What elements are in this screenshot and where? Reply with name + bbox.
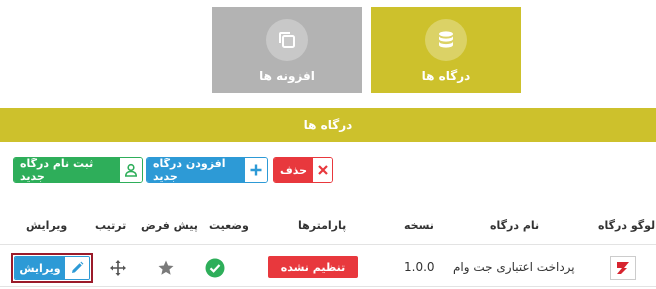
table-divider (0, 244, 656, 245)
gateway-version: 1.0.0 (404, 260, 435, 274)
gateway-logo (610, 256, 636, 280)
header-default: پیش فرض (141, 219, 198, 232)
register-gateway-button[interactable]: ثبت نام درگاه جدید (13, 157, 143, 183)
database-icon (425, 19, 467, 61)
delete-button[interactable]: حذف (273, 157, 333, 183)
plus-icon (245, 158, 267, 182)
header-order: ترتیب (95, 219, 127, 232)
section-title: درگاه ها (303, 118, 353, 132)
header-logo: لوگو درگاه (598, 219, 656, 232)
header-status: وضعیت (209, 219, 249, 232)
addons-tile-label: افزونه ها (259, 69, 315, 83)
delete-label: حذف (274, 158, 314, 182)
user-icon (120, 158, 142, 182)
gateways-tile-label: درگاه ها (421, 69, 471, 83)
close-icon (313, 158, 332, 182)
status-check-icon[interactable] (205, 258, 225, 278)
header-params: پارامترها (298, 219, 347, 232)
addons-tile[interactable]: افزونه ها (212, 7, 362, 93)
add-gateway-label: افزودن درگاه جدید (147, 158, 245, 182)
params-status-badge[interactable]: تنظیم نشده (268, 256, 358, 278)
register-gateway-label: ثبت نام درگاه جدید (14, 158, 120, 182)
gateway-name: پرداخت اعتباری جت وام (453, 260, 575, 274)
copy-icon (266, 19, 308, 61)
edit-label: ویرایش (15, 257, 65, 279)
section-banner: درگاه ها (0, 108, 656, 142)
header-name: نام درگاه (490, 219, 540, 232)
edit-button[interactable]: ویرایش (14, 256, 90, 280)
table-bottom-divider (0, 286, 656, 287)
header-edit: ویرایش (26, 219, 68, 232)
default-star-icon[interactable] (156, 258, 176, 278)
header-version: نسخه (404, 219, 434, 232)
gateways-tile[interactable]: درگاه ها (371, 7, 521, 93)
move-icon[interactable] (108, 258, 128, 278)
add-gateway-button[interactable]: افزودن درگاه جدید (146, 157, 268, 183)
pencil-icon (65, 257, 89, 279)
